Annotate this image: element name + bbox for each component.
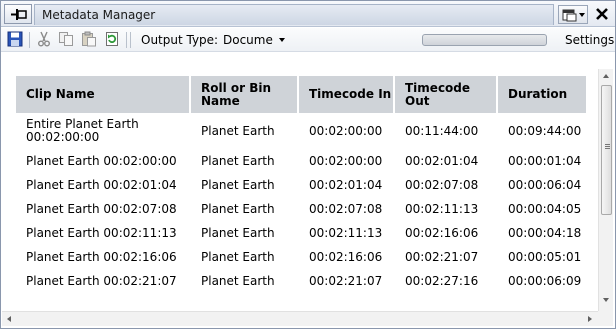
close-button[interactable] [593, 5, 611, 24]
clip-name-cell: Planet Earth 00:02:11:13 [26, 225, 177, 240]
table-row[interactable]: Planet Earth 00:02:11:13 Planet Earth 00… [16, 221, 586, 245]
roll-name-cell: Planet Earth [201, 273, 275, 288]
clip-name-cell: Planet Earth 00:02:00:00 [26, 153, 177, 168]
metadata-manager-window: Metadata Manager Output Type: Docume Set… [0, 0, 616, 329]
column-header-roll-or-bin-name[interactable]: Roll or Bin Name [191, 76, 299, 113]
clip-name-cell: Planet Earth 00:02:07:08 [26, 201, 177, 216]
metadata-table: Clip Name Roll or Bin Name Timecode In T… [16, 76, 586, 293]
timecode-out-cell: 00:02:16:06 [405, 225, 479, 240]
scroll-up-icon[interactable] [603, 74, 609, 78]
duration-cell: 00:00:01:04 [508, 153, 582, 168]
column-header-timecode-in[interactable]: Timecode In [299, 76, 395, 113]
vertical-scroll-thumb[interactable] [601, 85, 612, 215]
window-menu-button[interactable] [558, 5, 588, 24]
grip-icon [605, 144, 610, 145]
timecode-out-cell: 00:02:11:13 [405, 201, 479, 216]
toolbar-separator [130, 32, 131, 48]
refresh-icon [106, 32, 118, 46]
column-header-clip-name[interactable]: Clip Name [16, 76, 191, 113]
table-row[interactable]: Planet Earth 00:02:01:04 Planet Earth 00… [16, 173, 586, 197]
settings-button[interactable]: Settings [565, 33, 614, 47]
scroll-down-icon[interactable] [603, 298, 609, 302]
timecode-out-cell: 00:02:01:04 [405, 153, 479, 168]
cut-icon [38, 31, 50, 47]
paste-icon [82, 31, 96, 47]
refresh-button[interactable] [104, 31, 122, 49]
table-row[interactable]: Planet Earth 00:02:21:07 Planet Earth 00… [16, 269, 586, 293]
duration-cell: 00:00:06:04 [508, 177, 582, 192]
roll-name-cell: Planet Earth [201, 225, 275, 240]
clip-name-cell: Entire Planet Earth 00:02:00:00 [26, 117, 139, 144]
timecode-out-cell: 00:02:21:07 [405, 249, 479, 264]
save-icon [7, 31, 23, 47]
roll-name-cell: Planet Earth [201, 201, 275, 216]
horizontal-scrollbar[interactable] [2, 311, 598, 326]
copy-button[interactable] [58, 31, 76, 49]
scrollbar-corner [598, 311, 613, 326]
roll-name-cell: Planet Earth [201, 153, 275, 168]
timecode-in-cell: 00:02:00:00 [309, 153, 383, 168]
clip-name-cell: Planet Earth 00:02:01:04 [26, 177, 177, 192]
duration-cell: 00:00:04:18 [508, 225, 582, 240]
pin-button[interactable] [4, 4, 32, 24]
pin-icon [11, 9, 27, 20]
dropdown-arrow-icon [279, 38, 285, 42]
table-row[interactable]: Planet Earth 00:02:07:08 Planet Earth 00… [16, 197, 586, 221]
metadata-table-area: Clip Name Roll or Bin Name Timecode In T… [2, 53, 598, 311]
toolbar: Output Type: Docume Settings [1, 28, 615, 52]
title-tab[interactable]: Metadata Manager [34, 4, 554, 25]
timecode-in-cell: 00:02:00:00 [309, 123, 383, 138]
cut-button[interactable] [36, 31, 54, 49]
timecode-in-cell: 00:02:11:13 [309, 225, 383, 240]
toolbar-separator [126, 32, 127, 48]
timecode-out-cell: 00:11:44:00 [405, 123, 479, 138]
roll-name-cell: Planet Earth [201, 123, 275, 138]
duration-cell: 00:00:05:01 [508, 249, 582, 264]
timecode-out-cell: 00:02:27:16 [405, 273, 479, 288]
close-icon [596, 8, 608, 20]
table-row[interactable]: Planet Earth 00:02:16:06 Planet Earth 00… [16, 245, 586, 269]
title-bar: Metadata Manager [1, 1, 615, 27]
timecode-in-cell: 00:02:21:07 [309, 273, 383, 288]
clip-name-cell: Planet Earth 00:02:16:06 [26, 249, 177, 264]
timecode-out-cell: 00:02:07:08 [405, 177, 479, 192]
progress-bar [422, 34, 547, 46]
duration-cell: 00:09:44:00 [508, 123, 582, 138]
column-header-timecode-out[interactable]: Timecode Out [395, 76, 498, 113]
paste-button[interactable] [81, 31, 99, 49]
scroll-right-icon[interactable] [588, 316, 592, 322]
timecode-in-cell: 00:02:01:04 [309, 177, 383, 192]
toolbar-separator [29, 32, 30, 48]
table-row[interactable]: Planet Earth 00:02:00:00 Planet Earth 00… [16, 149, 586, 173]
column-header-duration[interactable]: Duration [498, 76, 586, 113]
duration-cell: 00:00:06:09 [508, 273, 582, 288]
timecode-in-cell: 00:02:07:08 [309, 201, 383, 216]
save-button[interactable] [7, 31, 25, 49]
timecode-in-cell: 00:02:16:06 [309, 249, 383, 264]
vertical-scrollbar[interactable] [598, 69, 613, 311]
copy-icon [59, 32, 73, 46]
window-menu-icon [562, 9, 585, 22]
window-title: Metadata Manager [42, 8, 156, 22]
duration-cell: 00:00:04:05 [508, 201, 582, 216]
roll-name-cell: Planet Earth [201, 177, 275, 192]
clip-name-cell: Planet Earth 00:02:21:07 [26, 273, 177, 288]
output-type-label: Output Type: [141, 33, 219, 47]
roll-name-cell: Planet Earth [201, 249, 275, 264]
table-row[interactable]: Entire Planet Earth 00:02:00:00 Planet E… [16, 113, 586, 149]
table-header-row: Clip Name Roll or Bin Name Timecode In T… [16, 76, 586, 113]
scroll-left-icon[interactable] [7, 316, 11, 322]
output-type-value: Docume [223, 33, 273, 47]
output-type-dropdown[interactable]: Docume [217, 30, 289, 50]
